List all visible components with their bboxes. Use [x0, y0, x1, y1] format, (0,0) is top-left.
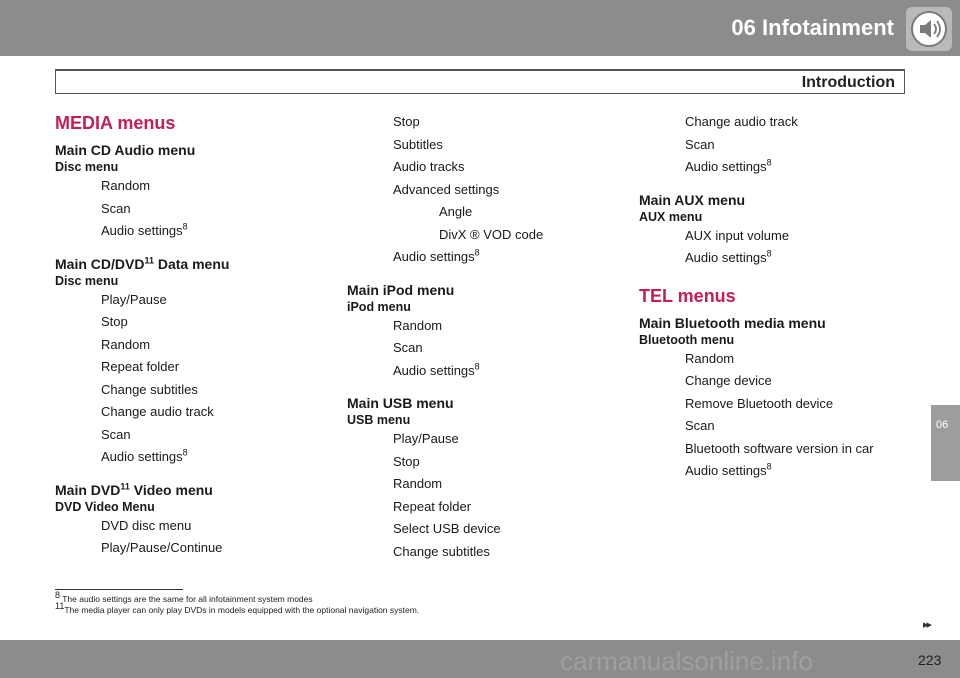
list-item: Bluetooth software version in car: [685, 440, 874, 456]
page-number: 223: [918, 652, 942, 668]
list-item: Play/Pause/Continue: [101, 540, 223, 555]
footer-bar: [0, 640, 960, 678]
menu-subtitle: Disc menu: [55, 273, 119, 288]
list-item: Audio settings8: [685, 248, 772, 265]
column-2: Stop Subtitles Audio tracks Advanced set…: [347, 111, 617, 563]
list-item: Audio settings8: [685, 461, 772, 478]
list-item: Random: [393, 317, 443, 333]
menu-subtitle: AUX menu: [639, 209, 703, 224]
menu-subtitle: Bluetooth menu: [639, 332, 735, 347]
list-item: DVD disc menu: [101, 517, 192, 533]
list-item: Scan: [685, 418, 715, 433]
list-item: Audio settings8: [393, 361, 480, 378]
list-item: Audio tracks: [393, 159, 465, 174]
list-item: Change device: [685, 373, 772, 388]
menu-subtitle: iPod menu: [347, 299, 411, 314]
list-item: Scan: [393, 340, 423, 355]
list-item: Advanced settings: [393, 181, 500, 197]
list-item: Change subtitles: [101, 381, 198, 397]
header-bar: 06 Infotainment: [0, 0, 960, 56]
side-tab-label: 06: [936, 419, 949, 431]
list-item: Angle: [439, 204, 473, 219]
list-item: Play/Pause: [101, 291, 167, 307]
list-item: Random: [393, 476, 443, 491]
footnote: 11The media player can only play DVDs in…: [55, 600, 420, 615]
list-item: Change audio track: [685, 114, 798, 129]
menu-title: Main iPod menu: [347, 281, 455, 298]
list-item: Stop: [393, 114, 420, 129]
list-item: DivX ® VOD code: [439, 226, 544, 242]
list-item: Stop: [393, 453, 420, 469]
list-item: Change audio track: [101, 404, 214, 419]
footnote-divider: [55, 589, 183, 590]
list-item: Repeat folder: [101, 359, 180, 374]
section-title: Introduction: [801, 74, 895, 91]
menu-subtitle: USB menu: [347, 413, 411, 427]
list-item: Subtitles: [393, 136, 443, 152]
menu-subtitle: Disc menu: [55, 160, 119, 174]
menu-title: Main CD Audio menu: [55, 142, 196, 158]
list-item: Audio settings8: [393, 247, 480, 264]
media-menus-heading: MEDIA menus: [55, 113, 176, 133]
watermark: carmanualsonline.info: [560, 646, 813, 676]
footnote: 8 The audio settings are the same for al…: [55, 590, 313, 604]
menu-title: Main AUX menu: [639, 191, 746, 208]
speaker-icon: [906, 7, 952, 51]
menu-subtitle: DVD Video Menu: [55, 499, 155, 514]
list-item: Audio settings8: [101, 221, 188, 238]
tel-menus-heading: TEL menus: [639, 285, 736, 306]
menu-title: Main Bluetooth media menu: [639, 314, 826, 331]
menu-title: Main DVD11 Video menu: [55, 480, 213, 498]
menu-title: Main CD/DVD11 Data menu: [55, 254, 230, 272]
section-bar: Introduction: [55, 69, 905, 94]
list-item: Stop: [101, 314, 128, 329]
list-item: Scan: [101, 426, 131, 442]
chapter-side-tab: 06: [931, 405, 960, 481]
list-item: Select USB device: [393, 521, 501, 536]
list-item: Random: [101, 178, 151, 193]
list-item: Random: [101, 336, 151, 352]
list-item: Audio settings8: [101, 447, 188, 464]
list-item: Repeat folder: [393, 498, 472, 514]
list-item: AUX input volume: [685, 227, 790, 243]
list-item: Scan: [101, 200, 131, 216]
list-item: Change subtitles: [393, 543, 490, 559]
list-item: Remove Bluetooth device: [685, 395, 834, 411]
column-1: MEDIA menus Main CD Audio menu Disc menu…: [55, 111, 335, 560]
list-item: Scan: [685, 136, 715, 152]
menu-title: Main USB menu: [347, 395, 454, 411]
chapter-title: 06 Infotainment: [731, 15, 894, 40]
column-3: Change audio track Scan Audio settings8 …: [639, 111, 929, 483]
footnotes: 8 The audio settings are the same for al…: [55, 590, 420, 615]
next-page-arrows-icon: ▸▸: [923, 619, 932, 631]
list-item: Play/Pause: [393, 431, 459, 446]
list-item: Random: [685, 350, 735, 366]
list-item: Audio settings8: [685, 157, 772, 174]
